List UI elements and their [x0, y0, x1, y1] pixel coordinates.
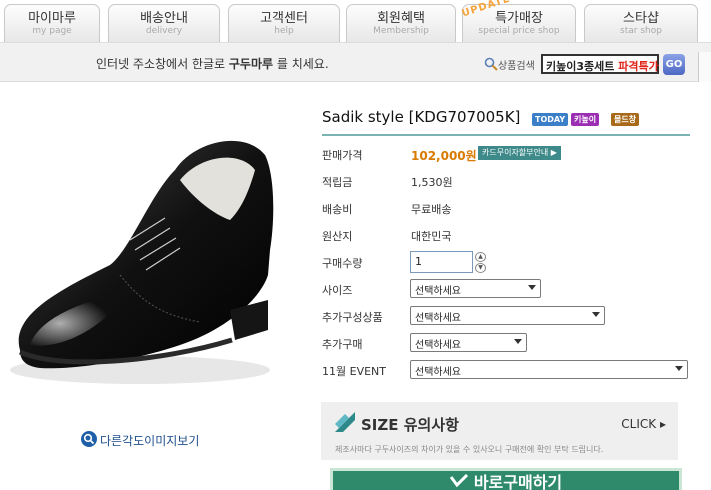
points-label: 적립금 [322, 176, 353, 189]
quantity-stepper[interactable]: ▲ ▼ [475, 252, 486, 273]
product-title: Sadik style [KDG707005K] [322, 108, 521, 126]
tab-sub-label: special price shop [478, 26, 560, 36]
magnifier-icon [80, 430, 98, 452]
addon-select-value: 선택하세요 [415, 313, 461, 324]
event-select-value: 선택하세요 [415, 367, 461, 378]
extra-label: 추가구매 [322, 338, 363, 351]
points-value: 1,530원 [411, 176, 453, 189]
shipping-label: 배송비 [322, 203, 353, 216]
shipping-row: 배송비 무료배송 [322, 198, 692, 218]
price-row: 판매가격 102,000원 카드무이자할부안내 ▶ [322, 144, 692, 164]
tab-label: 회원혜택 [377, 11, 425, 26]
tab-label: 마이마루 [28, 11, 76, 26]
tab-help[interactable]: 고객센터 help [228, 4, 340, 42]
keyword-hot: 파격특가 [618, 60, 659, 73]
quantity-label: 구매수량 [322, 257, 363, 270]
badge-mold: 몰드창 [611, 113, 640, 126]
search-hint: 인터넷 주소창에서 한글로 구두마루 를 치세요. [96, 55, 329, 72]
extra-select-value: 선택하세요 [415, 340, 461, 351]
badge-height: 키높이 [571, 113, 600, 126]
hint-post: 를 치세요. [273, 57, 329, 71]
product-image [0, 100, 300, 400]
tab-sub-label: star shop [620, 26, 662, 36]
product-page: 마이마루 my page 배송안내 delivery 고객센터 help 회원혜… [0, 0, 711, 490]
tab-sub-label: delivery [145, 26, 183, 36]
hint-pre: 인터넷 주소창에서 한글로 [96, 57, 229, 71]
product-search-label: 상품검색 [498, 61, 535, 72]
scrollbar[interactable] [698, 52, 711, 82]
tab-sub-label: my page [32, 26, 72, 36]
card-installment-button[interactable]: 카드무이자할부안내 ▶ [478, 146, 561, 160]
origin-label: 원산지 [322, 230, 353, 243]
title-divider [322, 134, 690, 136]
tab-mypage[interactable]: 마이마루 my page [4, 4, 100, 42]
tab-label: 배송안내 [140, 11, 188, 26]
top-tab-bar: 마이마루 my page 배송안내 delivery 고객센터 help 회원혜… [0, 0, 711, 42]
event-label: 11월 EVENT [322, 365, 386, 378]
addon-row: 추가구성상품 선택하세요 [322, 306, 692, 326]
size-label: 사이즈 [322, 284, 353, 297]
chevron-down-icon [592, 312, 600, 317]
addon-select[interactable]: 선택하세요 [410, 306, 605, 325]
size-select-value: 선택하세요 [415, 286, 461, 297]
size-notice-title: SIZE 유의사항 [361, 416, 459, 434]
badge-today: TODAY [532, 113, 569, 126]
shoe-illustration [10, 140, 274, 384]
extra-row: 추가구매 선택하세요 [322, 333, 692, 353]
tab-sub-label: Membership [373, 26, 429, 36]
origin-row: 원산지 대한민국 [322, 225, 692, 245]
stepper-down-icon[interactable]: ▼ [475, 263, 486, 273]
quantity-input[interactable]: 1 [410, 251, 473, 273]
stepper-up-icon[interactable]: ▲ [475, 252, 486, 262]
origin-value: 대한민국 [411, 230, 452, 243]
points-row: 적립금 1,530원 [322, 171, 692, 191]
tab-label: 스타샵 [623, 11, 659, 26]
event-select[interactable]: 선택하세요 [410, 360, 688, 379]
cart-icon [449, 471, 468, 490]
quantity-row: 구매수량 1 ▲ ▼ [322, 251, 692, 273]
search-input[interactable]: 키높이3종세트 파격특가 [541, 54, 659, 74]
tab-sub-label: help [274, 26, 294, 36]
tab-label: 고객센터 [260, 11, 308, 26]
search-icon [484, 56, 498, 71]
tab-membership[interactable]: 회원혜택 Membership [346, 4, 456, 42]
size-row: 사이즈 선택하세요 [322, 279, 692, 299]
extra-select[interactable]: 선택하세요 [410, 333, 527, 352]
chevron-down-icon [528, 285, 536, 290]
hint-brand: 구두마루 [228, 57, 274, 71]
ruler-icon [333, 410, 357, 438]
event-row: 11월 EVENT 선택하세요 [322, 360, 692, 380]
tab-special-price[interactable]: UPDATE 특가매장 special price shop [461, 0, 576, 42]
buy-now-button[interactable]: 바로구매하기 [330, 468, 682, 490]
size-notice-banner[interactable]: SIZE 유의사항 CLICK ▸ 제조사마다 구두사이즈의 차이가 있을 수 … [321, 402, 678, 460]
size-notice-desc: 제조사마다 구두사이즈의 차이가 있을 수 있사오니 구매전에 확인 부탁 드립… [335, 445, 604, 454]
price-label: 판매가격 [322, 149, 363, 162]
other-angle-label: 다른각도이미지보기 [100, 434, 200, 448]
size-notice-click: CLICK ▸ [621, 417, 666, 431]
chevron-down-icon [675, 366, 683, 371]
keyword-main: 키높이3종세트 [546, 60, 619, 73]
shipping-value: 무료배송 [411, 203, 452, 216]
tab-delivery[interactable]: 배송안내 delivery [108, 4, 220, 42]
tab-star-shop[interactable]: 스타샵 star shop [584, 4, 698, 42]
price-value: 102,000원 [411, 149, 477, 163]
addon-label: 추가구성상품 [322, 311, 383, 324]
go-button[interactable]: GO [663, 54, 685, 75]
buy-now-label: 바로구매하기 [473, 473, 563, 490]
chevron-down-icon [514, 339, 522, 344]
search-bar: 인터넷 주소창에서 한글로 구두마루 를 치세요. 상품검색 키높이3종세트 파… [0, 42, 711, 82]
size-select[interactable]: 선택하세요 [410, 279, 541, 298]
